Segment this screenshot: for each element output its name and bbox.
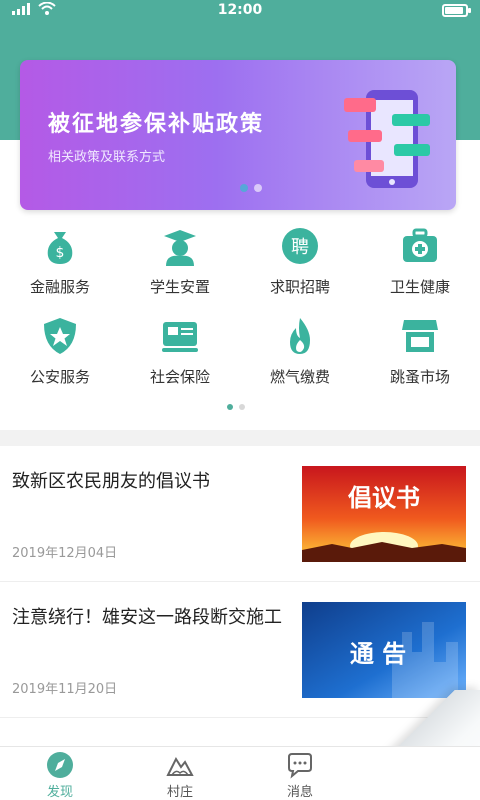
tab-messages[interactable]: 消息 bbox=[240, 747, 360, 800]
banner-title: 被征地参保补贴政策 bbox=[48, 112, 265, 137]
tab-label: 村庄 bbox=[166, 785, 193, 800]
tab-label: 发现 bbox=[46, 785, 73, 800]
service-jobs[interactable]: 聘 求职招聘 bbox=[240, 218, 360, 308]
grid-pager bbox=[227, 404, 245, 410]
service-student[interactable]: 学生安置 bbox=[120, 218, 240, 308]
news-title: 致新区农民朋友的倡议书 bbox=[12, 471, 210, 492]
news-list: 致新区农民朋友的倡议书 2019年12月04日 倡议书 注意绕行！雄安这一路段断… bbox=[0, 446, 480, 718]
service-gas[interactable]: 燃气缴费 bbox=[240, 308, 360, 398]
tab-discover[interactable]: 发现 bbox=[0, 747, 120, 800]
graduate-icon bbox=[158, 224, 202, 268]
hire-icon: 聘 bbox=[278, 224, 322, 268]
status-bar: 12:00 bbox=[0, 0, 480, 22]
service-health[interactable]: 卫生健康 bbox=[360, 218, 480, 308]
service-label: 金融服务 bbox=[29, 278, 90, 296]
flame-icon bbox=[278, 314, 322, 358]
news-date: 2019年12月04日 bbox=[12, 546, 118, 561]
banner-pager bbox=[240, 184, 262, 192]
service-label: 燃气缴费 bbox=[269, 368, 330, 386]
svg-text:$: $ bbox=[56, 245, 65, 261]
chat-icon bbox=[285, 751, 315, 779]
service-grid: $ 金融服务 学生安置 聘 求职招聘 卫生健康 公安服务 社会保险 燃气缴费 跳… bbox=[0, 218, 480, 398]
bottom-tab-bar: 发现 村庄 消息 bbox=[0, 746, 480, 800]
svg-text:通 告: 通 告 bbox=[350, 640, 406, 668]
phone-chat-illustration bbox=[344, 90, 430, 188]
money-bag-icon: $ bbox=[38, 224, 82, 268]
service-market[interactable]: 跳蚤市场 bbox=[360, 308, 480, 398]
police-badge-icon bbox=[38, 314, 82, 358]
medical-kit-icon bbox=[398, 224, 442, 268]
mountain-icon bbox=[165, 751, 195, 779]
service-label: 跳蚤市场 bbox=[389, 368, 450, 386]
service-label: 卫生健康 bbox=[389, 278, 450, 296]
news-date: 2019年11月20日 bbox=[12, 682, 118, 697]
service-label: 社会保险 bbox=[149, 368, 210, 386]
banner-subtitle: 相关政策及联系方式 bbox=[48, 150, 166, 165]
news-title: 注意绕行！雄安这一路段断交施工 bbox=[12, 607, 282, 628]
compass-icon bbox=[45, 751, 75, 779]
service-finance[interactable]: $ 金融服务 bbox=[0, 218, 120, 308]
section-divider bbox=[0, 430, 480, 446]
market-stall-icon bbox=[398, 314, 442, 358]
tab-village[interactable]: 村庄 bbox=[120, 747, 240, 800]
service-label: 公安服务 bbox=[29, 368, 90, 386]
service-label: 求职招聘 bbox=[269, 278, 330, 296]
policy-banner[interactable]: 被征地参保补贴政策 相关政策及联系方式 bbox=[20, 60, 456, 210]
tab-label: 消息 bbox=[286, 785, 313, 800]
insurance-icon bbox=[158, 314, 202, 358]
pager-dot[interactable] bbox=[239, 404, 245, 410]
pager-dot[interactable] bbox=[254, 184, 262, 192]
service-label: 学生安置 bbox=[149, 278, 210, 296]
svg-text:倡议书: 倡议书 bbox=[348, 484, 420, 512]
battery-icon bbox=[442, 4, 471, 17]
pager-dot[interactable] bbox=[240, 184, 248, 192]
news-thumbnail-notice: 通 告 bbox=[302, 602, 466, 698]
news-item[interactable]: 致新区农民朋友的倡议书 2019年12月04日 倡议书 bbox=[0, 446, 480, 582]
news-thumbnail-sunrise: 倡议书 bbox=[302, 466, 466, 562]
svg-text:聘: 聘 bbox=[291, 237, 309, 258]
status-time: 12:00 bbox=[217, 2, 263, 18]
service-police[interactable]: 公安服务 bbox=[0, 308, 120, 398]
pager-dot[interactable] bbox=[227, 404, 233, 410]
service-insurance[interactable]: 社会保险 bbox=[120, 308, 240, 398]
